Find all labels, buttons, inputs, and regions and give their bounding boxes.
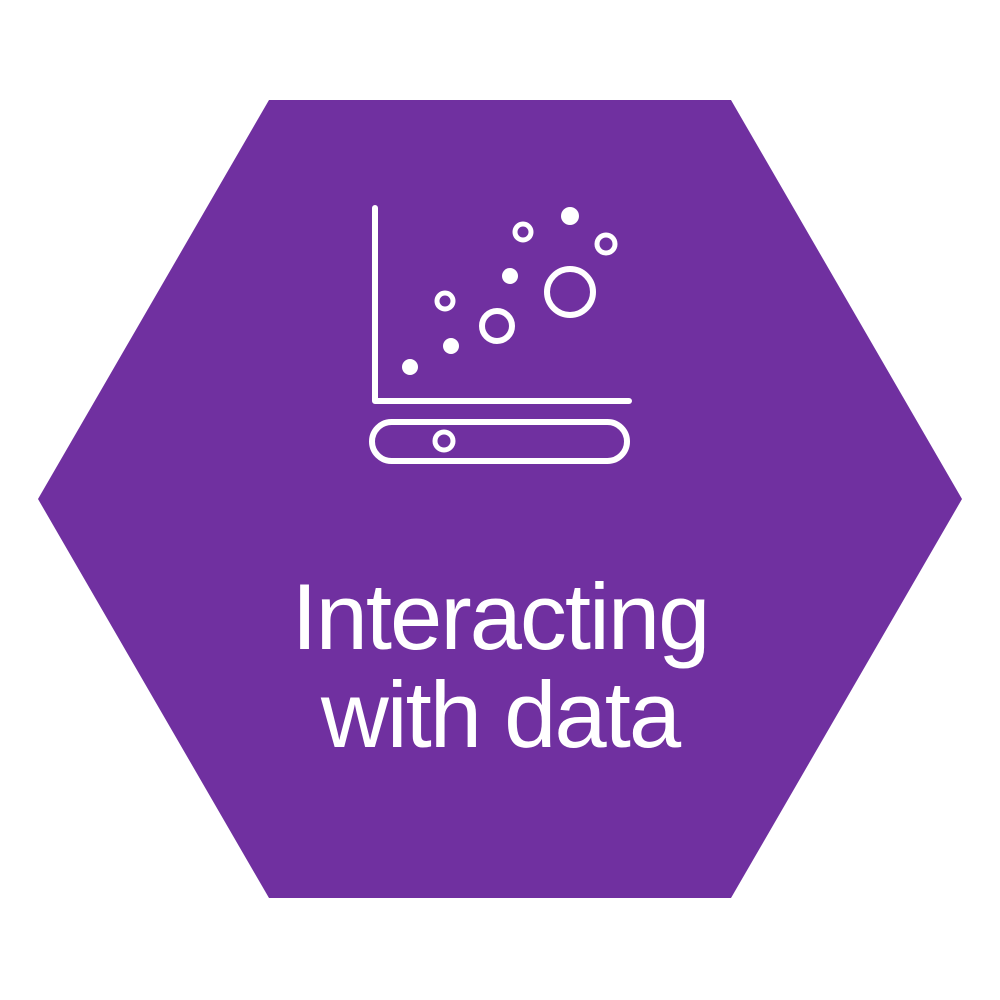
scatter-dot bbox=[561, 207, 579, 225]
scatter-ring bbox=[594, 232, 618, 256]
scatter-dot bbox=[402, 359, 418, 375]
scatter-ring bbox=[434, 290, 456, 312]
slider-track-icon bbox=[369, 419, 630, 464]
scatter-plot-slider-icon bbox=[369, 205, 632, 464]
scatter-ring bbox=[512, 221, 534, 243]
topic-badge: Interacting with data bbox=[0, 0, 1000, 1000]
scatter-ring bbox=[479, 308, 515, 344]
scatter-ring bbox=[544, 266, 596, 318]
badge-title: Interacting with data bbox=[0, 568, 1000, 764]
badge-title-line-1: Interacting bbox=[291, 564, 711, 669]
slider-handle-icon bbox=[432, 429, 456, 453]
badge-title-line-2: with data bbox=[320, 662, 681, 767]
scatter-dot bbox=[443, 338, 459, 354]
scatter-dot bbox=[502, 268, 518, 284]
